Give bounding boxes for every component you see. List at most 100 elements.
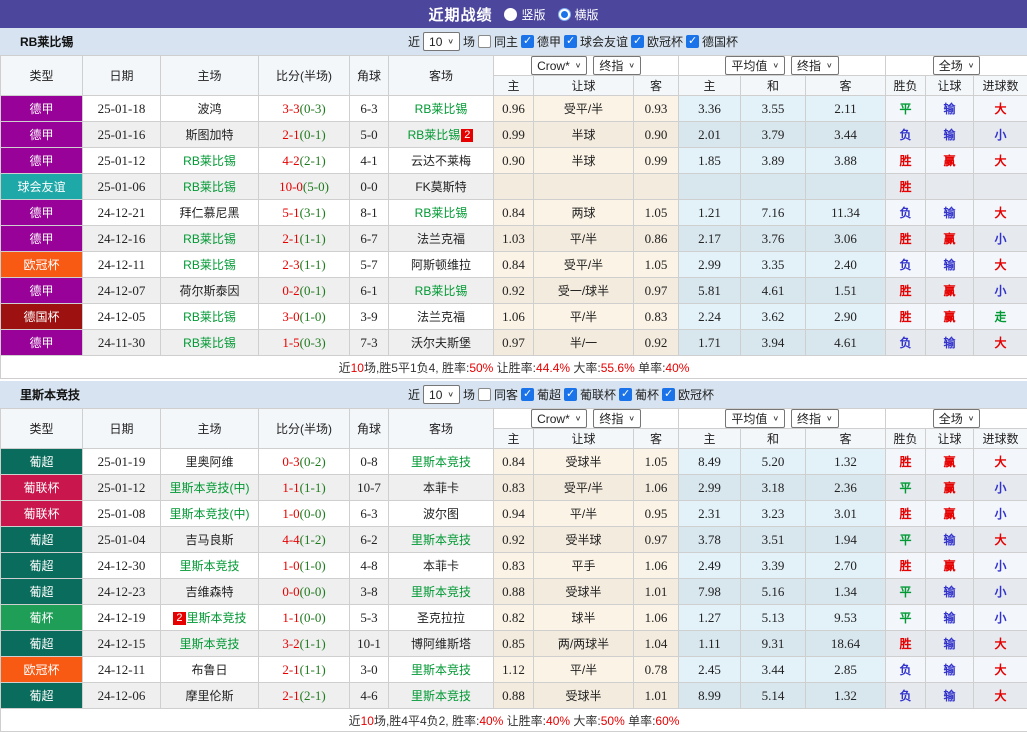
team-link[interactable]: 里斯本竞技 xyxy=(411,533,471,547)
team-link[interactable]: 博阿维斯塔 xyxy=(411,637,471,651)
match-date: 25-01-18 xyxy=(83,96,161,122)
team-link[interactable]: FK莫斯特 xyxy=(415,180,466,194)
summary-segment: 单率: xyxy=(635,361,666,375)
team-link[interactable]: 圣克拉拉 xyxy=(417,611,465,625)
team-link[interactable]: 里斯本竞技 xyxy=(411,455,471,469)
league-filter-checkbox[interactable] xyxy=(631,35,644,48)
team-link[interactable]: RB莱比锡 xyxy=(183,258,236,272)
team-link[interactable]: 里斯本竞技 xyxy=(411,689,471,703)
goals-result: 大 xyxy=(974,330,1027,356)
team-link[interactable]: 沃尔夫斯堡 xyxy=(411,336,471,350)
avg-away-odds: 2.70 xyxy=(806,553,886,579)
home-team: 2里斯本竞技 xyxy=(161,605,259,631)
final-odds-select[interactable]: 终指∨ xyxy=(791,56,839,75)
outcome-result: 胜 xyxy=(886,278,926,304)
handicap-home-odds: 1.03 xyxy=(494,226,534,252)
team-link[interactable]: 里奥阿维 xyxy=(185,455,233,469)
team-link[interactable]: 波尔图 xyxy=(423,507,459,521)
near-label: 近 xyxy=(408,386,420,403)
same-venue-checkbox[interactable] xyxy=(478,388,491,401)
team-link[interactable]: 吉马良斯 xyxy=(185,533,233,547)
league-filter-checkbox[interactable] xyxy=(521,35,534,48)
team-link[interactable]: 里斯本竞技 xyxy=(187,611,247,625)
final-odds-select[interactable]: 终指∨ xyxy=(791,409,839,428)
team-link[interactable]: 阿斯顿维拉 xyxy=(411,258,471,272)
away-team: 博阿维斯塔 xyxy=(389,631,494,657)
handicap-away-odds: 0.90 xyxy=(634,122,679,148)
team-link[interactable]: 云达不莱梅 xyxy=(411,154,471,168)
league-badge: 葡超 xyxy=(1,449,83,475)
average-select[interactable]: 平均值∨ xyxy=(725,409,785,428)
team-link[interactable]: 里斯本竞技 xyxy=(411,585,471,599)
halftime-score: (0-0) xyxy=(300,584,326,599)
team-link[interactable]: 里斯本竞技 xyxy=(179,559,239,573)
radio-icon[interactable] xyxy=(504,8,517,21)
final-odds-select[interactable]: 终指∨ xyxy=(593,409,641,428)
team-link[interactable]: 斯图加特 xyxy=(185,128,233,142)
league-filter-checkbox[interactable] xyxy=(564,35,577,48)
odds-source-select[interactable]: Crow*∨ xyxy=(531,56,587,75)
team-link[interactable]: RB莱比锡 xyxy=(415,206,468,220)
league-filter-checkbox[interactable] xyxy=(686,35,699,48)
team-link[interactable]: RB莱比锡 xyxy=(183,154,236,168)
goals-result: 大 xyxy=(974,631,1027,657)
team-link[interactable]: 里斯本竞技 xyxy=(179,637,239,651)
handicap-home-odds: 0.83 xyxy=(494,553,534,579)
handicap-result: 输 xyxy=(926,330,974,356)
team-link[interactable]: 本菲卡 xyxy=(423,481,459,495)
match-score: 2-1(2-1) xyxy=(259,683,350,709)
team-link[interactable]: 里斯本竞技(中) xyxy=(170,481,250,495)
team-link[interactable]: RB莱比锡 xyxy=(183,310,236,324)
match-count-select[interactable]: 10∨ xyxy=(423,385,460,404)
team-link[interactable]: 法兰克福 xyxy=(417,232,465,246)
col-header: 类型 xyxy=(1,409,83,449)
radio-icon[interactable] xyxy=(558,8,571,21)
scope-select[interactable]: 全场∨ xyxy=(933,56,981,75)
match-count-select[interactable]: 10∨ xyxy=(423,32,460,51)
filter-controls: 近10∨场同主德甲球会友谊欧冠杯德国杯 xyxy=(408,32,738,51)
team-link[interactable]: 波鸿 xyxy=(197,102,221,116)
view-option-horizontal[interactable]: 横版 xyxy=(558,6,599,23)
league-filter-checkbox[interactable] xyxy=(662,388,675,401)
final-odds-select[interactable]: 终指∨ xyxy=(593,56,641,75)
team-link[interactable]: 本菲卡 xyxy=(423,559,459,573)
team-link[interactable]: 拜仁慕尼黑 xyxy=(179,206,239,220)
corner-score: 4-1 xyxy=(350,148,389,174)
handicap-home-odds: 0.92 xyxy=(494,278,534,304)
scope-select[interactable]: 全场∨ xyxy=(933,409,981,428)
team-link[interactable]: RB莱比锡 xyxy=(183,180,236,194)
chevron-down-icon: ∨ xyxy=(968,414,975,423)
team-link[interactable]: 吉维森特 xyxy=(185,585,233,599)
team-link[interactable]: 荷尔斯泰因 xyxy=(179,284,239,298)
selected-option-label: 平均值 xyxy=(731,57,767,74)
team-link[interactable]: 里斯本竞技 xyxy=(411,663,471,677)
average-select[interactable]: 平均值∨ xyxy=(725,56,785,75)
league-filter-checkbox[interactable] xyxy=(564,388,577,401)
col-header: 客场 xyxy=(389,56,494,96)
league-filter-checkbox[interactable] xyxy=(619,388,632,401)
team-link[interactable]: 里斯本竞技(中) xyxy=(170,507,250,521)
away-team: 里斯本竞技 xyxy=(389,579,494,605)
goals-result: 大 xyxy=(974,96,1027,122)
team-link[interactable]: 布鲁日 xyxy=(191,663,227,677)
summary-segment: 近 xyxy=(349,714,361,728)
col-header: 胜负 xyxy=(886,429,926,449)
match-date: 24-12-19 xyxy=(83,605,161,631)
match-score: 1-0(0-0) xyxy=(259,501,350,527)
team-link[interactable]: RB莱比锡 xyxy=(415,102,468,116)
team-link[interactable]: RB莱比锡 xyxy=(408,128,461,142)
team-section: 里斯本竞技近10∨场同客葡超葡联杯葡杯欧冠杯类型日期主场比分(半场)角球客场Cr… xyxy=(0,381,1027,732)
team-link[interactable]: 法兰克福 xyxy=(417,310,465,324)
same-venue-checkbox[interactable] xyxy=(478,35,491,48)
team-link[interactable]: 摩里伦斯 xyxy=(185,689,233,703)
same-venue-label: 同客 xyxy=(494,386,518,403)
away-team: RB莱比锡 xyxy=(389,200,494,226)
team-link[interactable]: RB莱比锡 xyxy=(183,232,236,246)
view-option-vertical[interactable]: 竖版 xyxy=(504,6,545,23)
summary-line: 近10场,胜5平1负4, 胜率:50% 让胜率:44.4% 大率:55.6% 单… xyxy=(1,356,1027,379)
team-link[interactable]: RB莱比锡 xyxy=(183,336,236,350)
avg-draw-odds: 3.18 xyxy=(741,475,806,501)
league-filter-checkbox[interactable] xyxy=(521,388,534,401)
odds-source-select[interactable]: Crow*∨ xyxy=(531,409,587,428)
team-link[interactable]: RB莱比锡 xyxy=(415,284,468,298)
